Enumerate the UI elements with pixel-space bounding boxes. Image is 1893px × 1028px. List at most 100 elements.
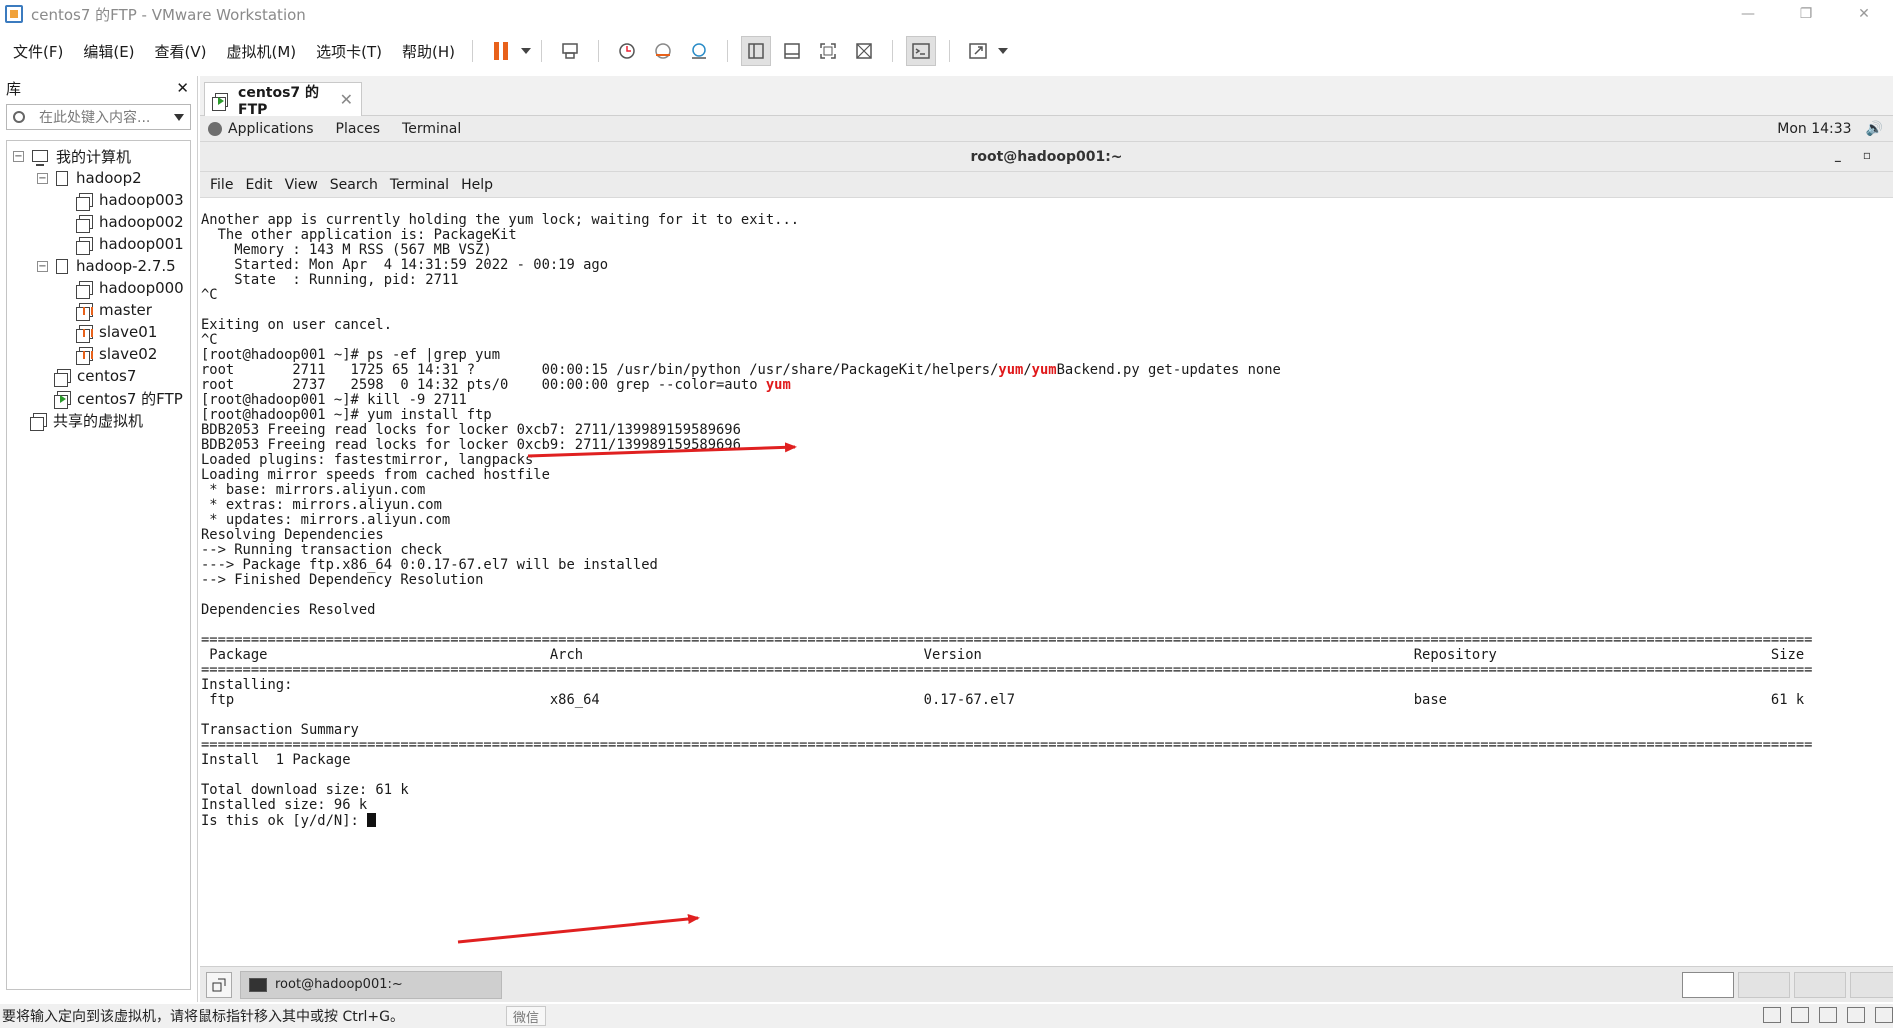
workspace-2[interactable] [1738,972,1790,998]
collapse-icon[interactable]: − [37,260,48,272]
unity-icon [856,43,872,59]
tree-node-hadoop-2-7-5[interactable]: − hadoop-2.7.5 [7,255,190,277]
tree-node-hadoop001[interactable]: hadoop001 [7,233,190,255]
take-snapshot-button[interactable] [612,36,642,66]
menu-file[interactable]: 文件(F) [6,41,70,62]
unity-button[interactable] [849,36,879,66]
vm-console[interactable]: Applications Places Terminal Mon 14:33 🔊… [200,116,1893,966]
terminal-line-ps-grep: root 2737 2598 0 14:32 pts/0 00:00:00 gr… [201,378,1893,393]
terminal-text: root 2737 2598 0 14:32 pts/0 00:00:00 gr… [201,377,766,393]
terminal-output[interactable]: Another app is currently holding the yum… [200,198,1893,858]
workspace-1[interactable] [1682,972,1734,998]
tree-label: hadoop003 [99,191,184,209]
gnome-foot-icon [208,121,222,136]
collapse-icon[interactable]: − [37,172,48,184]
collapse-icon[interactable]: − [13,150,24,162]
menu-vm[interactable]: 虚拟机(M) [220,41,304,62]
terminal-line: * updates: mirrors.aliyun.com [201,512,451,528]
tree-node-hadoop000[interactable]: hadoop000 [7,277,190,299]
tree-node-slave02[interactable]: slave02 [7,343,190,365]
menu-applications[interactable]: Applications [228,121,314,137]
terminal-menu-terminal[interactable]: Terminal [388,177,451,193]
terminal-menu-file[interactable]: File [208,177,235,193]
network-adapter-icon[interactable] [1791,1007,1809,1023]
fullscreen-button[interactable] [813,36,843,66]
menu-places[interactable]: Places [336,121,381,137]
terminal-menu-help[interactable]: Help [459,177,495,193]
sound-card-icon[interactable] [1819,1007,1837,1023]
tree-node-hadoop003[interactable]: hadoop003 [7,189,190,211]
taskbar-terminal-item[interactable]: root@hadoop001:~ [240,970,502,999]
hard-disk-icon[interactable] [1763,1007,1781,1023]
vm-icon [54,369,71,387]
tree-node-centos7-ftp[interactable]: centos7 的FTP [7,387,190,409]
vm-running-icon [211,92,229,111]
tree-node-centos7[interactable]: centos7 [7,365,190,387]
terminal-separator-line: ========================================… [201,737,1813,753]
vm-icon [76,193,93,211]
tree-node-slave01[interactable]: slave01 [7,321,190,343]
tree-label: hadoop2 [76,169,142,187]
camera-icon[interactable] [1847,1007,1865,1023]
show-desktop-icon [212,978,226,991]
terminal-title: root@hadoop001:~ [970,148,1123,165]
volume-icon[interactable]: 🔊 [1866,121,1883,137]
tree-node-master[interactable]: master [7,299,190,321]
menu-tabs[interactable]: 选项卡(T) [309,41,389,62]
tree-node-shared-vms[interactable]: 共享的虚拟机 [7,409,190,431]
tree-node-hadoop002[interactable]: hadoop002 [7,211,190,233]
terminal-prompt-line[interactable]: Is this ok [y/d/N]: [201,813,1893,829]
vm-icon [76,237,93,255]
terminal-maximize-button[interactable]: ▫ [1863,148,1871,162]
menu-terminal-app[interactable]: Terminal [402,121,461,137]
terminal-minimize-button[interactable]: _ [1835,148,1841,162]
menu-help[interactable]: 帮助(H) [395,41,462,62]
show-desktop-button[interactable] [206,971,232,998]
library-search-input[interactable]: 在此处键入内容... [6,104,191,130]
library-tree: − 我的计算机 − hadoop2 hadoop003 hadoop002 ha… [6,140,191,990]
close-window-button[interactable]: ✕ [1835,0,1893,28]
snapshot-manager-button[interactable] [684,36,714,66]
terminal-text: root 2711 1725 65 14:31 ? 00:00:15 /usr/… [201,362,999,378]
terminal-line: Resolving Dependencies [201,527,384,543]
tab-close-icon[interactable]: ✕ [340,90,353,109]
search-dropdown-icon[interactable] [174,113,184,121]
menu-view[interactable]: 查看(V) [148,41,214,62]
toolbar-separator [472,40,474,62]
terminal-line: Install 1 Package [201,752,351,768]
wechat-chip[interactable]: 微信 [506,1006,547,1026]
revert-snapshot-button[interactable] [648,36,678,66]
terminal-line: Loaded plugins: fastestmirror, langpacks [201,452,534,468]
terminal-menu-view[interactable]: View [283,177,320,193]
terminal-text: / [1023,362,1032,378]
terminal-menu-search[interactable]: Search [328,177,380,193]
stretch-dropdown-icon[interactable] [998,48,1009,54]
clock[interactable]: Mon 14:33 [1777,121,1851,137]
pause-button[interactable] [486,36,516,66]
status-message: 要将输入定向到该虚拟机，请将鼠标指针移入其中或按 Ctrl+G。 [2,1009,404,1025]
pause-dropdown-icon[interactable] [521,48,532,54]
confirm-prompt: Is this ok [y/d/N]: [201,813,368,829]
stretch-button[interactable] [963,36,993,66]
minimize-button[interactable]: — [1719,0,1777,28]
menu-edit[interactable]: 编辑(E) [76,41,141,62]
library-view-button[interactable] [741,36,772,66]
terminal-app-icon [249,977,267,992]
thumbnail-bar-button[interactable] [777,36,807,66]
send-ctrl-alt-del-button[interactable] [555,36,585,66]
tree-node-hadoop2[interactable]: − hadoop2 [7,167,190,189]
workspace-4[interactable] [1850,972,1893,998]
library-close-button[interactable]: ✕ [176,79,189,97]
status-bar: 要将输入定向到该虚拟机，请将鼠标指针移入其中或按 Ctrl+G。 微信 [0,1004,1893,1028]
console-view-button[interactable] [906,36,937,66]
window-title: centos7 的FTP - VMware Workstation [31,5,306,24]
workspace-3[interactable] [1794,972,1846,998]
message-log-icon[interactable] [1875,1007,1893,1023]
tab-centos7-ftp[interactable]: centos7 的FTP ✕ [204,82,362,118]
restore-button[interactable]: ❐ [1777,0,1835,28]
tree-node-my-computer[interactable]: − 我的计算机 [7,145,190,167]
terminal-menu-bar: File Edit View Search Terminal Help [200,172,1893,198]
library-search-placeholder: 在此处键入内容... [39,110,151,126]
tree-label: master [99,301,152,319]
terminal-menu-edit[interactable]: Edit [243,177,274,193]
